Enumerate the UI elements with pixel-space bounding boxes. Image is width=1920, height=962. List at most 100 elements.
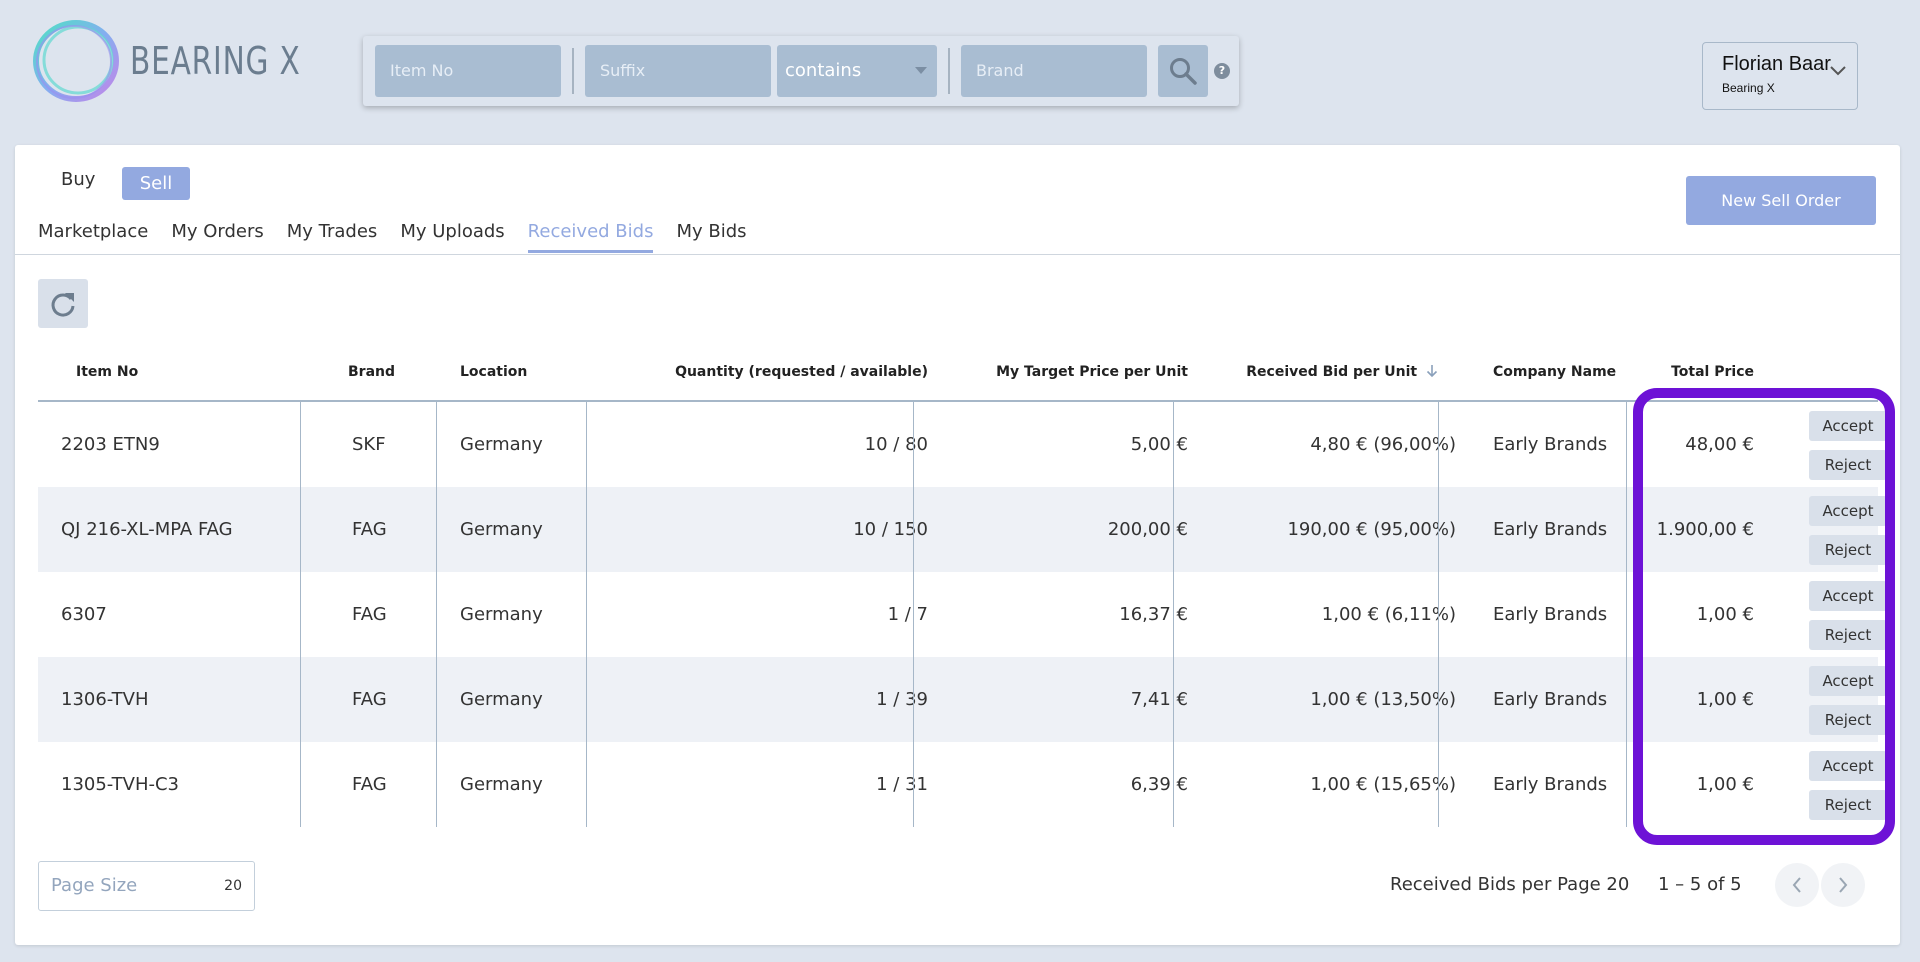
match-mode-value: contains — [785, 60, 862, 81]
cell-quantity: 10 / 150 — [853, 519, 928, 540]
tab-my-orders[interactable]: My Orders — [171, 221, 263, 253]
header-item-no[interactable]: Item No — [76, 364, 138, 380]
cell-target-price: 6,39 € — [1130, 774, 1188, 795]
header-company[interactable]: Company Name — [1493, 364, 1616, 380]
cell-received-bid: 1,00 € (13,50%) — [1310, 689, 1456, 710]
column-divider — [913, 742, 914, 827]
column-divider — [436, 657, 437, 742]
search-divider — [572, 48, 574, 94]
arrow-down-icon — [1426, 365, 1438, 378]
cell-received-bid: 190,00 € (95,00%) — [1287, 519, 1456, 540]
search-icon — [1170, 58, 1197, 85]
refresh-button[interactable] — [38, 279, 88, 328]
match-mode-select[interactable]: contains — [777, 45, 937, 97]
prev-page-button[interactable] — [1775, 863, 1819, 907]
search-divider — [948, 48, 950, 94]
cell-target-price: 16,37 € — [1119, 604, 1188, 625]
tab-my-trades[interactable]: My Trades — [287, 221, 378, 253]
cell-total: 1.900,00 € — [1656, 519, 1754, 540]
user-menu[interactable]: Florian Baar Bearing X — [1702, 42, 1858, 110]
header-total[interactable]: Total Price — [1671, 364, 1754, 380]
reject-button[interactable]: Reject — [1809, 620, 1887, 650]
column-divider — [300, 402, 301, 487]
cell-target-price: 200,00 € — [1107, 519, 1188, 540]
logo[interactable]: BEARING X — [30, 18, 349, 104]
search-bar: Item No Suffix contains Brand ? — [363, 36, 1239, 106]
cell-company: Early Brands — [1493, 604, 1608, 625]
header-received-bid[interactable]: Received Bid per Unit — [1246, 364, 1438, 380]
column-divider — [1626, 402, 1627, 487]
reject-button[interactable]: Reject — [1809, 790, 1887, 820]
buy-toggle[interactable]: Buy — [61, 169, 95, 190]
cell-location: Germany — [460, 519, 543, 540]
accept-button[interactable]: Accept — [1809, 411, 1887, 441]
suffix-input[interactable]: Suffix — [585, 45, 771, 97]
column-divider — [1626, 742, 1627, 827]
next-page-button[interactable] — [1821, 863, 1865, 907]
column-divider — [436, 742, 437, 827]
header-received-bid-label: Received Bid per Unit — [1246, 364, 1418, 380]
accept-button[interactable]: Accept — [1809, 666, 1887, 696]
reject-button[interactable]: Reject — [1809, 450, 1887, 480]
cell-total: 48,00 € — [1685, 434, 1754, 455]
cell-brand: SKF — [352, 434, 386, 455]
new-sell-order-button[interactable]: New Sell Order — [1686, 176, 1876, 225]
header-location[interactable]: Location — [460, 364, 527, 380]
chevron-right-icon — [1839, 877, 1848, 893]
cell-brand: FAG — [352, 774, 387, 795]
cell-company: Early Brands — [1493, 434, 1608, 455]
column-divider — [1438, 402, 1439, 487]
tab-bar: Marketplace My Orders My Trades My Uploa… — [38, 221, 770, 253]
column-divider — [1438, 742, 1439, 827]
column-divider — [913, 487, 914, 572]
column-divider — [1173, 742, 1174, 827]
cell-location: Germany — [460, 689, 543, 710]
column-divider — [586, 572, 587, 657]
search-button[interactable] — [1158, 45, 1208, 97]
received-bids-table: Item No Brand Location Quantity (request… — [38, 340, 1887, 827]
column-divider — [436, 572, 437, 657]
column-divider — [1626, 572, 1627, 657]
help-icon[interactable]: ? — [1214, 63, 1230, 79]
chevron-left-icon — [1792, 877, 1801, 893]
column-divider — [913, 402, 914, 487]
column-divider — [1626, 487, 1627, 572]
cell-location: Germany — [460, 604, 543, 625]
cell-total: 1,00 € — [1696, 604, 1754, 625]
accept-button[interactable]: Accept — [1809, 496, 1887, 526]
column-divider — [1438, 572, 1439, 657]
header-quantity[interactable]: Quantity (requested / available) — [675, 364, 928, 380]
brand-input[interactable]: Brand — [961, 45, 1147, 97]
sell-toggle[interactable]: Sell — [122, 167, 190, 200]
tab-marketplace[interactable]: Marketplace — [38, 221, 148, 253]
tab-my-uploads[interactable]: My Uploads — [400, 221, 504, 253]
column-divider — [1173, 487, 1174, 572]
accept-button[interactable]: Accept — [1809, 751, 1887, 781]
main-card: Buy Sell Marketplace My Orders My Trades… — [15, 145, 1900, 945]
tab-my-bids[interactable]: My Bids — [676, 221, 746, 253]
cell-company: Early Brands — [1493, 774, 1608, 795]
column-divider — [1173, 572, 1174, 657]
cell-received-bid: 1,00 € (6,11%) — [1321, 604, 1456, 625]
header-brand[interactable]: Brand — [348, 364, 395, 380]
refresh-icon — [51, 292, 75, 317]
cell-received-bid: 1,00 € (15,65%) — [1310, 774, 1456, 795]
reject-button[interactable]: Reject — [1809, 535, 1887, 565]
table-row: 2203 ETN9 SKF Germany 10 / 80 5,00 € 4,8… — [38, 402, 1887, 487]
table-row: 6307 FAG Germany 1 / 7 16,37 € 1,00 € (6… — [38, 572, 1887, 657]
column-divider — [300, 487, 301, 572]
cell-company: Early Brands — [1493, 689, 1608, 710]
column-divider — [1626, 657, 1627, 742]
header-target-price[interactable]: My Target Price per Unit — [996, 364, 1188, 380]
page-size-select[interactable]: Page Size 20 — [38, 861, 255, 911]
cell-quantity: 10 / 80 — [864, 434, 928, 455]
tab-received-bids[interactable]: Received Bids — [527, 221, 653, 253]
cell-brand: FAG — [352, 689, 387, 710]
column-divider — [586, 657, 587, 742]
reject-button[interactable]: Reject — [1809, 705, 1887, 735]
accept-button[interactable]: Accept — [1809, 581, 1887, 611]
brand-name: BEARING X — [130, 39, 301, 83]
item-no-input[interactable]: Item No — [375, 45, 561, 97]
cell-total: 1,00 € — [1696, 689, 1754, 710]
cell-target-price: 7,41 € — [1130, 689, 1188, 710]
